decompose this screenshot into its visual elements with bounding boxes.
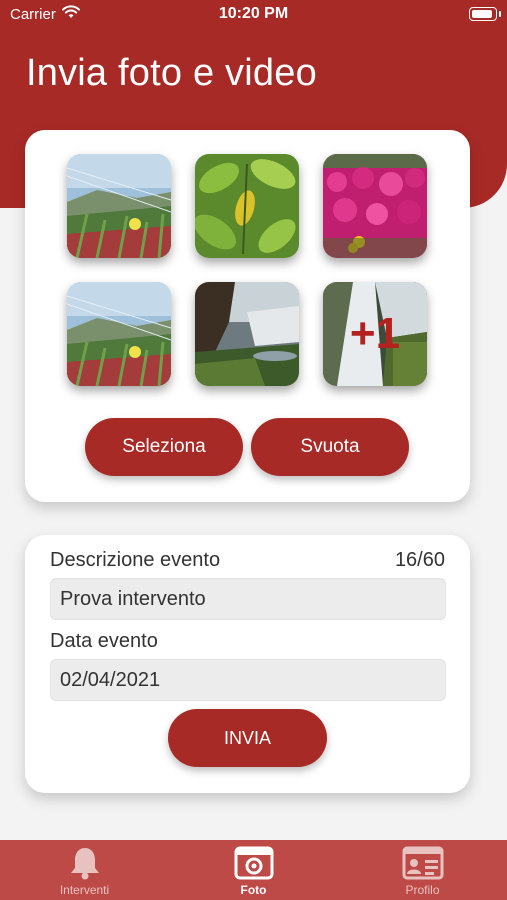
status-bar: Carrier 10:20 PM <box>0 0 507 30</box>
clear-button[interactable]: Svuota <box>251 418 409 476</box>
id-card-icon <box>402 846 444 885</box>
page-title: Invia foto e video <box>26 52 317 94</box>
event-form-card: Descrizione evento 16/60 Data evento INV… <box>25 535 470 793</box>
camera-icon <box>234 846 274 885</box>
date-field[interactable] <box>50 659 446 701</box>
photo-grid: +1 <box>67 154 427 386</box>
photo-selection-card: +1 Seleziona Svuota <box>25 130 470 502</box>
description-label: Descrizione evento <box>50 549 221 571</box>
tab-bar: Interventi Foto Profilo <box>0 840 507 900</box>
select-button[interactable]: Seleziona <box>85 418 243 476</box>
description-field[interactable] <box>50 578 446 620</box>
tab-label: Foto <box>240 883 267 897</box>
more-photos-count: +1 <box>349 309 401 358</box>
description-counter: 16/60 <box>394 549 445 571</box>
battery-icon <box>469 7 501 21</box>
photo-thumbnail[interactable] <box>195 154 299 258</box>
photo-thumbnail[interactable] <box>67 154 171 258</box>
send-button[interactable]: INVIA <box>168 709 327 767</box>
tab-profilo[interactable]: Profilo <box>338 840 507 900</box>
photo-thumbnail[interactable] <box>195 282 299 386</box>
tab-interventi[interactable]: Interventi <box>0 840 169 900</box>
tab-foto[interactable]: Foto <box>169 840 338 900</box>
photo-thumbnail-more[interactable]: +1 <box>323 282 427 386</box>
tab-label: Interventi <box>59 883 110 897</box>
clock: 10:20 PM <box>218 5 289 22</box>
photo-thumbnail[interactable] <box>67 282 171 386</box>
photo-thumbnail[interactable] <box>323 154 427 258</box>
date-label: Data evento <box>50 630 158 652</box>
bell-icon <box>69 846 101 885</box>
tab-label: Profilo <box>405 883 440 897</box>
